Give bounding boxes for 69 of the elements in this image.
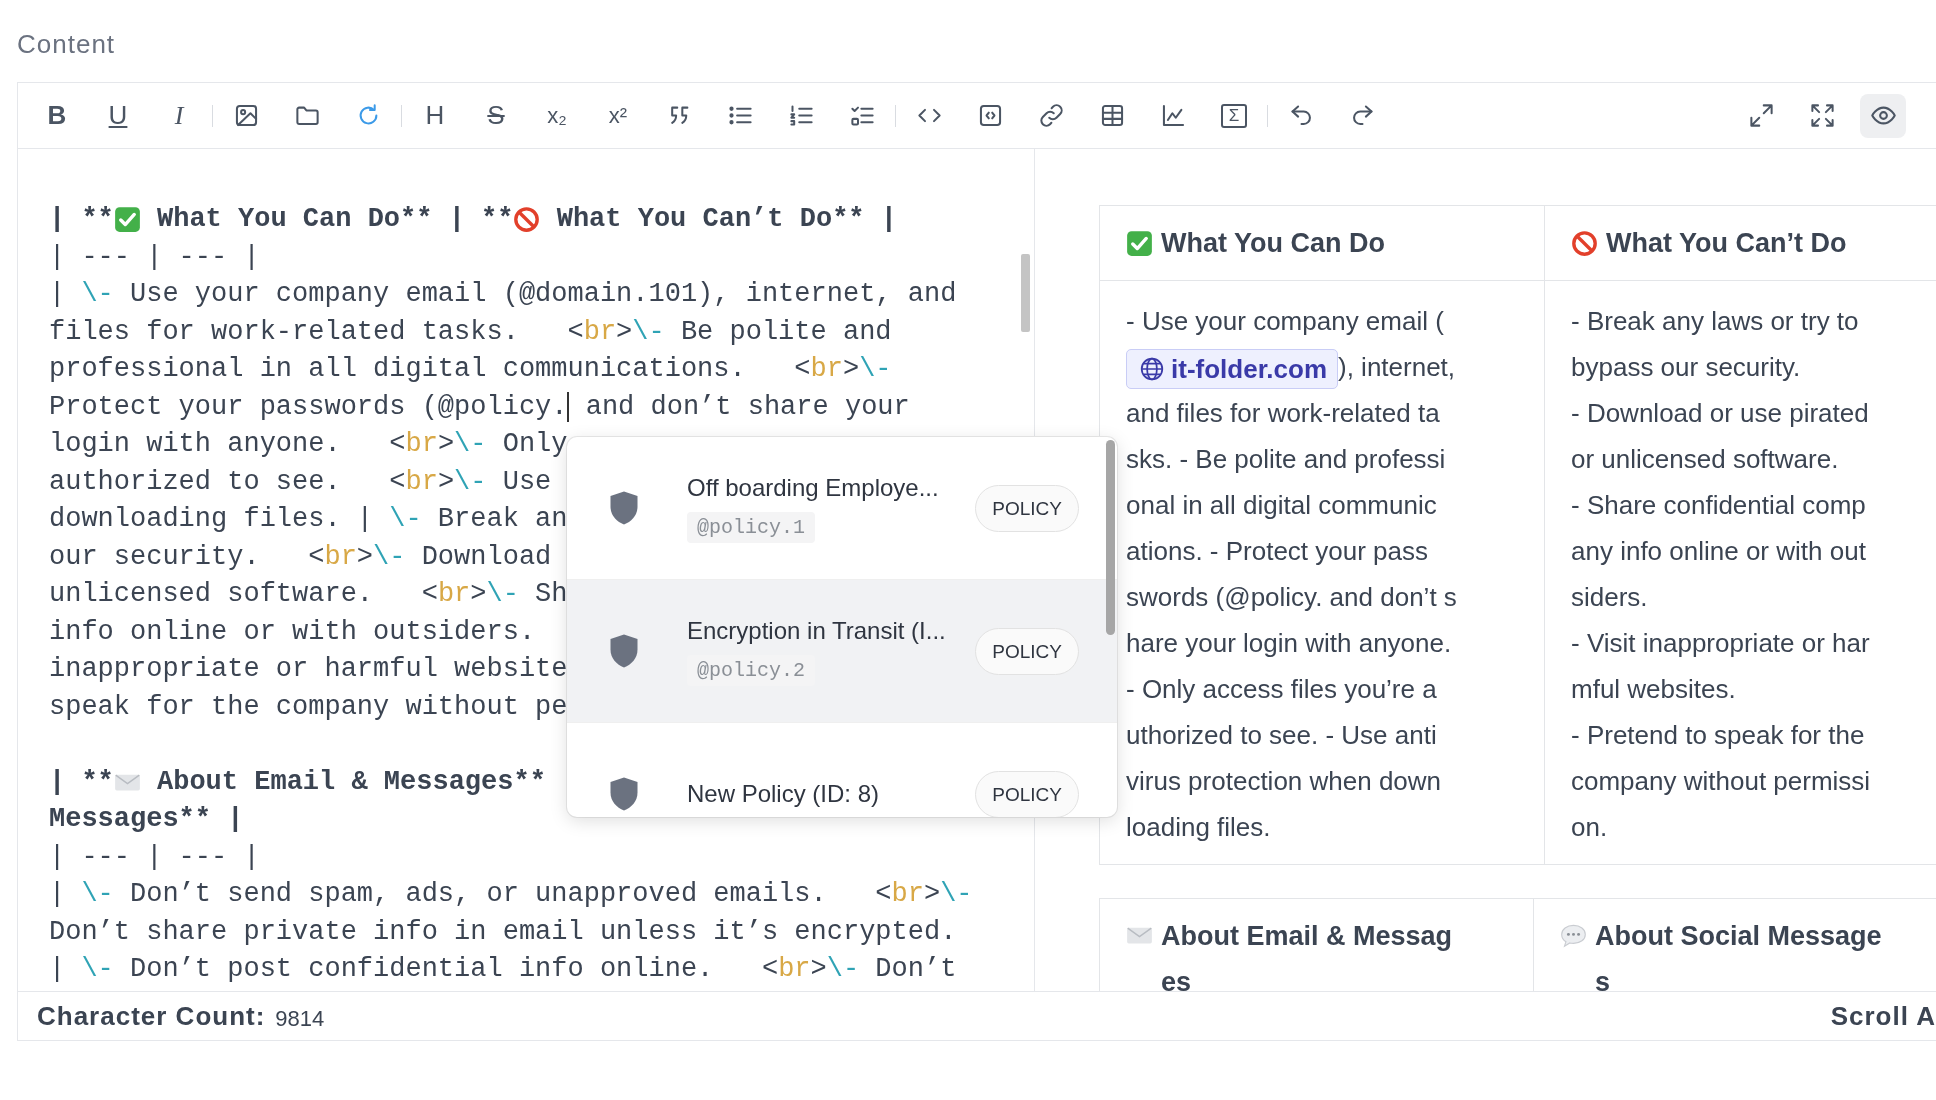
formula-button[interactable]: Σ xyxy=(1211,93,1257,138)
shield-icon xyxy=(609,633,639,669)
speech-bubble-icon xyxy=(1560,922,1587,949)
preview-button[interactable] xyxy=(1860,93,1906,138)
status-text: Scroll A xyxy=(1830,1000,1936,1032)
prohibited-icon xyxy=(513,206,541,234)
code-text: login with anyone. <br>\- Only xyxy=(49,428,568,461)
code-text: authorized to see. <br>\- Use xyxy=(49,465,552,499)
mention-option[interactable]: New Policy (ID: 8) POLICY xyxy=(567,723,1117,817)
code-text: Messages** | xyxy=(49,803,244,836)
shield-icon xyxy=(609,776,639,812)
code-text: inappropriate or harmful website xyxy=(49,653,568,686)
policy-tag: POLICY xyxy=(975,627,1079,675)
option-title: Encryption in Transit (I... xyxy=(687,616,946,645)
code-text: What You Can Do** | ** xyxy=(156,203,514,236)
code-text: | --- | --- | xyxy=(49,840,260,874)
link-chip[interactable]: it-folder.com xyxy=(1126,349,1338,390)
option-code: @policy.1 xyxy=(687,511,816,543)
policy-tag: POLICY xyxy=(975,770,1079,817)
scrollbar-thumb[interactable] xyxy=(1106,440,1115,635)
mention-option[interactable]: Encryption in Transit (I... @policy.2 POLICY xyxy=(567,580,1117,723)
code-text: and don’t share your xyxy=(584,390,910,424)
code-text: speak for the company without pe xyxy=(49,690,568,724)
code-text: info online or with outsiders. xyxy=(49,615,536,649)
fullscreen-icon xyxy=(1808,102,1836,129)
heading-button[interactable]: H xyxy=(412,93,458,138)
superscript-button[interactable]: x² xyxy=(595,93,641,138)
subscript-button[interactable]: x₂ xyxy=(534,93,580,138)
check-mark-icon xyxy=(113,206,141,234)
column-header: About Email & Messag es xyxy=(1161,920,1453,991)
code-text: our security. <br>\- Download xyxy=(49,540,552,574)
code-text: Protect your passwords (@policy. xyxy=(49,390,568,424)
code-text: unlicensed software. <br>\- Sh xyxy=(49,578,568,611)
italic-button[interactable]: I xyxy=(156,93,202,138)
bold-button[interactable]: B xyxy=(34,93,80,138)
text-cursor xyxy=(567,392,570,423)
shield-icon xyxy=(609,490,639,526)
option-title: New Policy (ID: 8) xyxy=(687,780,880,808)
link-icon xyxy=(1037,102,1065,129)
code-text: | ** xyxy=(49,203,114,236)
prohibited-icon xyxy=(1571,229,1598,257)
cell-text: - Use your company email ( it-folder.com ), internet, and files for work-related ta sks. - Be polite and professi onal in all digital communic ations. - Protect your pass swords (@policy. and don’t s hare your login with anyone. - Only access files you’re a uthorized to see. - Use anti virus protection when down loading files. xyxy=(1126,305,1458,844)
code-text: | \- Use your company email (@domain.101), internet, and xyxy=(49,278,957,311)
section-label: Content xyxy=(17,28,117,60)
code-text: professional in all digital communications. <br>\- xyxy=(49,353,892,386)
code-text: files for work-related tasks. <br>\- Be polite and xyxy=(49,315,892,349)
numbered-list-icon xyxy=(787,102,815,129)
check-mark-icon xyxy=(1126,229,1153,257)
character-count: 9814 xyxy=(275,1006,325,1032)
column-header: What You Can’t Do xyxy=(1606,227,1847,260)
code-text: downloading files. | \- Break an xyxy=(49,503,568,536)
underline-button[interactable]: U xyxy=(95,93,141,138)
code-text: | \- Don’t send spam, ads, or unapproved emails. <br>\- xyxy=(49,878,973,911)
code-text: | \- Don’t post confidential info online. <br>\- Don’t xyxy=(49,953,957,986)
code-text: Don’t share private info in email unless it’s encrypted. xyxy=(49,915,957,949)
code-text: | ** xyxy=(49,765,114,799)
scrollbar-thumb[interactable] xyxy=(1021,254,1030,332)
strikethrough-button[interactable]: S xyxy=(473,93,519,138)
policy-tag: POLICY xyxy=(975,484,1079,532)
option-title: Off boarding Employe... xyxy=(687,473,939,502)
code-text: What You Can’t Do** | xyxy=(555,203,897,236)
cell-text: - Break any laws or try to bypass our security. - Download or use pirated or unlicensed software. - Share confidential comp any info online or with out siders. - Visit inappropriate or har mful websites. - Pretend to speak for the company without permissi on. xyxy=(1571,305,1872,844)
code-text: | --- | --- | xyxy=(49,240,260,274)
column-header: What You Can Do xyxy=(1161,227,1385,260)
status-label: Character Count: xyxy=(37,1000,266,1032)
globe-icon xyxy=(1139,356,1165,383)
expand-icon xyxy=(1747,102,1775,129)
column-header: About Social Message s xyxy=(1595,920,1882,991)
code-text: About Email & Messages** xyxy=(156,765,546,799)
